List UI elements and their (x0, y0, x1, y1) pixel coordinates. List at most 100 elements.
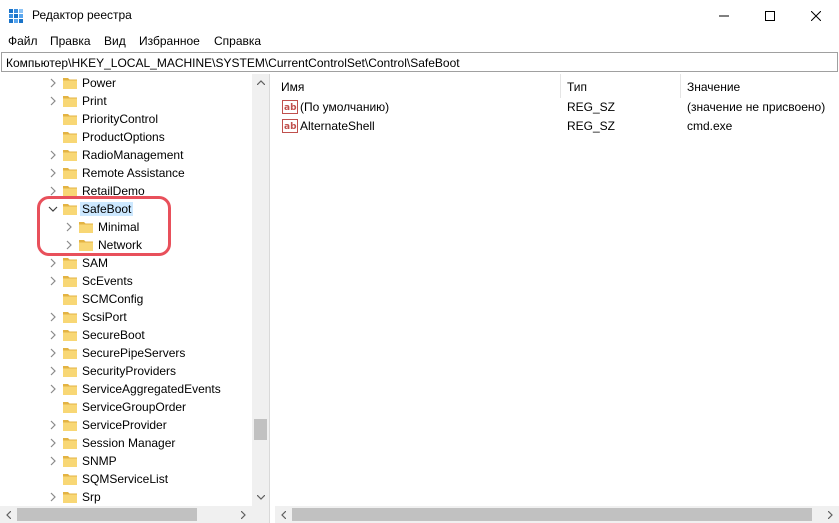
menu-help[interactable]: Справка (214, 34, 261, 48)
tree-item[interactable]: ProductOptions (0, 128, 252, 146)
chevron-right-icon[interactable] (64, 240, 74, 250)
tree-item[interactable]: Print (0, 92, 252, 110)
scroll-down-arrow-icon[interactable] (252, 489, 269, 506)
tree-vertical-scrollbar[interactable] (252, 74, 269, 506)
menu-favorites[interactable]: Избранное (139, 34, 200, 48)
address-bar[interactable]: Компьютер\HKEY_LOCAL_MACHINE\SYSTEM\Curr… (1, 52, 838, 72)
tree-item[interactable]: ScEvents (0, 272, 252, 290)
reg-sz-icon: ab (282, 100, 298, 114)
chevron-down-icon[interactable] (48, 204, 58, 214)
tree-item[interactable]: PriorityControl (0, 110, 252, 128)
scroll-right-arrow-icon[interactable] (235, 506, 252, 523)
menu-edit[interactable]: Правка (50, 34, 91, 48)
reg-sz-icon: ab (282, 119, 298, 133)
minimize-button[interactable] (701, 0, 747, 31)
tree-vertical-scroll-thumb[interactable] (254, 419, 267, 440)
svg-text:ab: ab (284, 103, 297, 113)
scroll-right-arrow-icon[interactable] (822, 506, 839, 523)
tree-item[interactable]: ServiceProvider (0, 416, 252, 434)
tree-item-label: SafeBoot (80, 202, 134, 216)
chevron-right-icon[interactable] (48, 258, 58, 268)
tree-item[interactable]: ScsiPort (0, 308, 252, 326)
tree-item-label: ServiceAggregatedEvents (82, 382, 221, 396)
maximize-button[interactable] (747, 0, 793, 31)
tree-item[interactable]: SAM (0, 254, 252, 272)
tree-pane: Power Print PriorityControl ProductOptions R… (0, 74, 270, 523)
list-horizontal-scroll-thumb[interactable] (292, 508, 812, 521)
list-row[interactable]: ab (По умолчанию) REG_SZ (значение не пр… (275, 98, 839, 117)
tree-item-label: SNMP (82, 454, 117, 468)
list-row[interactable]: ab AlternateShell REG_SZ cmd.exe (275, 117, 839, 136)
tree-item[interactable]: SCMConfig (0, 290, 252, 308)
column-header-type[interactable]: Тип (561, 74, 681, 98)
address-path: Компьютер\HKEY_LOCAL_MACHINE\SYSTEM\Curr… (6, 56, 460, 70)
chevron-right-icon[interactable] (48, 438, 58, 448)
column-header-name[interactable]: Имя (275, 74, 561, 98)
chevron-right-icon[interactable] (48, 456, 58, 466)
regedit-icon (9, 9, 23, 23)
folder-icon (79, 240, 93, 251)
folder-icon (63, 348, 77, 359)
tree-item[interactable]: RadioManagement (0, 146, 252, 164)
tree-item[interactable]: Session Manager (0, 434, 252, 452)
tree-item-label: RetailDemo (82, 184, 145, 198)
tree-item[interactable]: SNMP (0, 452, 252, 470)
chevron-right-icon[interactable] (48, 276, 58, 286)
scroll-left-arrow-icon[interactable] (0, 506, 17, 523)
chevron-right-icon[interactable] (48, 384, 58, 394)
chevron-right-icon[interactable] (48, 348, 58, 358)
tree-item-label: Minimal (98, 220, 140, 234)
chevron-right-icon[interactable] (64, 222, 74, 232)
tree-item[interactable]: SafeBoot (0, 200, 252, 218)
tree-item[interactable]: SQMServiceList (0, 470, 252, 488)
tree-item-label: Remote Assistance (82, 166, 185, 180)
folder-icon (79, 222, 93, 233)
chevron-right-icon[interactable] (48, 420, 58, 430)
window-title: Редактор реестра (32, 8, 132, 22)
chevron-right-icon[interactable] (48, 168, 58, 178)
svg-text:ab: ab (284, 122, 297, 132)
tree-item[interactable]: ServiceAggregatedEvents (0, 380, 252, 398)
chevron-right-icon[interactable] (48, 78, 58, 88)
column-header-value[interactable]: Значение (681, 74, 839, 98)
folder-icon (63, 492, 77, 503)
list-horizontal-scrollbar[interactable] (275, 506, 839, 523)
tree-item[interactable]: SecureBoot (0, 326, 252, 344)
folder-icon (63, 186, 77, 197)
chevron-right-icon[interactable] (48, 186, 58, 196)
chevron-right-icon[interactable] (48, 96, 58, 106)
folder-icon (63, 438, 77, 449)
menu-file[interactable]: Файл (8, 34, 38, 48)
folder-icon (63, 330, 77, 341)
chevron-right-icon[interactable] (48, 330, 58, 340)
folder-icon (63, 78, 77, 89)
menu-view[interactable]: Вид (104, 34, 126, 48)
chevron-right-icon[interactable] (48, 150, 58, 160)
chevron-right-icon[interactable] (48, 366, 58, 376)
tree-item[interactable]: Network (0, 236, 252, 254)
tree-horizontal-scroll-thumb[interactable] (17, 508, 197, 521)
tree-item-label: SQMServiceList (82, 472, 169, 486)
tree-item[interactable]: Srp (0, 488, 252, 506)
menu-bar: Файл Правка Вид Избранное Справка (0, 31, 839, 51)
tree-item[interactable]: ServiceGroupOrder (0, 398, 252, 416)
chevron-right-icon[interactable] (48, 492, 58, 502)
tree-item[interactable]: Power (0, 74, 252, 92)
folder-icon (63, 96, 77, 107)
folder-icon (63, 366, 77, 377)
tree-item-label: SecureBoot (82, 328, 145, 342)
chevron-right-icon[interactable] (48, 312, 58, 322)
scroll-left-arrow-icon[interactable] (275, 506, 292, 523)
tree-item-label: Network (98, 238, 143, 252)
tree-item[interactable]: SecurePipeServers (0, 344, 252, 362)
tree-horizontal-scrollbar[interactable] (0, 506, 252, 523)
tree-item[interactable]: Remote Assistance (0, 164, 252, 182)
folder-icon (63, 474, 77, 485)
scroll-up-arrow-icon[interactable] (252, 74, 269, 91)
tree-item-label: ScEvents (82, 274, 133, 288)
close-button[interactable] (793, 0, 839, 31)
tree-item[interactable]: Minimal (0, 218, 252, 236)
tree-item[interactable]: SecurityProviders (0, 362, 252, 380)
value-data: cmd.exe (687, 119, 733, 133)
tree-item[interactable]: RetailDemo (0, 182, 252, 200)
